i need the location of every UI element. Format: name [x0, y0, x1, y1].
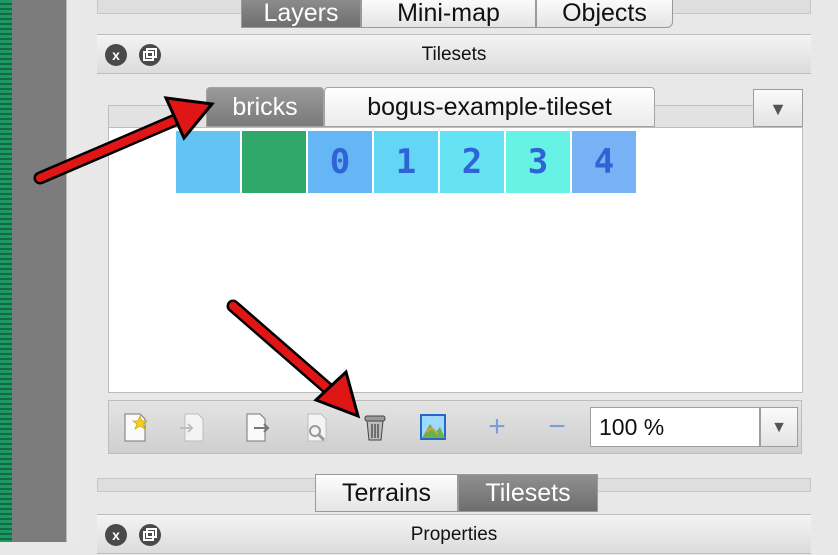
zoom-dropdown-arrow[interactable]: ▼ — [760, 407, 798, 447]
remove-tiles-icon[interactable]: − — [542, 410, 572, 444]
tile[interactable]: 2 — [440, 131, 504, 193]
tab-tilesets[interactable]: Tilesets — [458, 474, 598, 512]
export-tileset-icon[interactable] — [242, 410, 272, 444]
tile[interactable]: 3 — [506, 131, 570, 193]
add-tiles-icon[interactable]: + — [482, 410, 512, 444]
tile[interactable] — [176, 131, 240, 193]
map-canvas-background — [12, 0, 66, 542]
tab-objects[interactable]: Objects — [536, 0, 673, 28]
tile[interactable]: 1 — [374, 131, 438, 193]
tab-mini-map[interactable]: Mini-map — [361, 0, 536, 28]
tileset-list-dropdown[interactable]: ▼ — [753, 89, 803, 127]
import-tileset-icon[interactable] — [178, 410, 208, 444]
tilesets-titlebar: x Tilesets — [97, 34, 811, 74]
tile[interactable]: 0 — [308, 131, 372, 193]
properties-titlebar: x Properties — [97, 514, 811, 554]
tab-layers[interactable]: Layers — [241, 0, 361, 28]
tile-brick[interactable] — [242, 131, 306, 193]
dock-splitter[interactable] — [66, 0, 80, 542]
tileset-properties-icon[interactable] — [302, 410, 332, 444]
panel-title-tilesets: Tilesets — [421, 44, 487, 65]
new-tileset-icon[interactable] — [120, 410, 150, 444]
tab-terrains[interactable]: Terrains — [315, 474, 458, 512]
remove-tileset-icon[interactable] — [360, 410, 390, 444]
zoom-combo-input[interactable]: 100 % — [590, 407, 760, 447]
edit-terrain-icon[interactable] — [418, 410, 448, 444]
tab-bricks[interactable]: bricks — [206, 87, 324, 127]
tile[interactable]: 4 — [572, 131, 636, 193]
map-canvas-edge — [0, 0, 12, 542]
tab-bogus-example-tileset[interactable]: bogus-example-tileset — [324, 87, 655, 127]
panel-title-properties: Properties — [410, 524, 498, 545]
